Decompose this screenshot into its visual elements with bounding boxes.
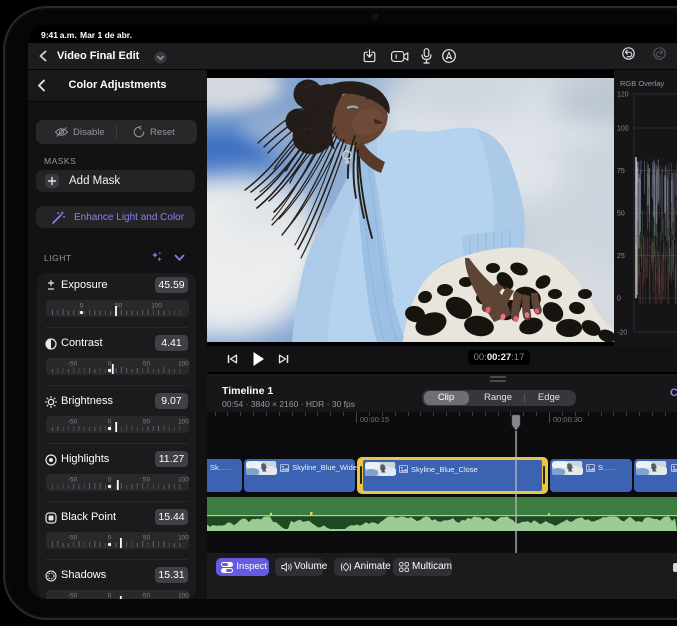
svg-text:-50: -50 [67,361,77,368]
svg-text:0: 0 [79,303,83,310]
svg-text:RGB Overlay: RGB Overlay [620,79,664,88]
svg-text:-50: -50 [67,593,77,600]
svg-text:100: 100 [617,126,629,133]
svg-text:25: 25 [617,253,625,260]
svg-text:50: 50 [617,211,625,218]
svg-text:0: 0 [107,535,111,542]
svg-text:100: 100 [178,593,189,600]
svg-text:-50: -50 [67,477,77,484]
svg-text:0: 0 [617,296,621,303]
svg-text:0: 0 [107,419,111,426]
svg-text:50: 50 [142,593,150,600]
svg-text:100: 100 [178,361,189,368]
svg-text:100: 100 [178,477,189,484]
svg-text:-50: -50 [67,419,77,426]
svg-text:100: 100 [178,535,189,542]
svg-text:0: 0 [107,477,111,484]
svg-text:50: 50 [142,535,150,542]
svg-text:50: 50 [142,361,150,368]
svg-text:100: 100 [151,303,162,310]
svg-text:75: 75 [617,168,625,175]
svg-text:-50: -50 [67,535,77,542]
svg-text:-20: -20 [617,330,627,337]
svg-text:0: 0 [107,361,111,368]
svg-text:0: 0 [107,593,111,600]
svg-text:50: 50 [142,419,150,426]
svg-text:50: 50 [142,477,150,484]
svg-text:120: 120 [617,92,629,99]
svg-text:100: 100 [178,419,189,426]
